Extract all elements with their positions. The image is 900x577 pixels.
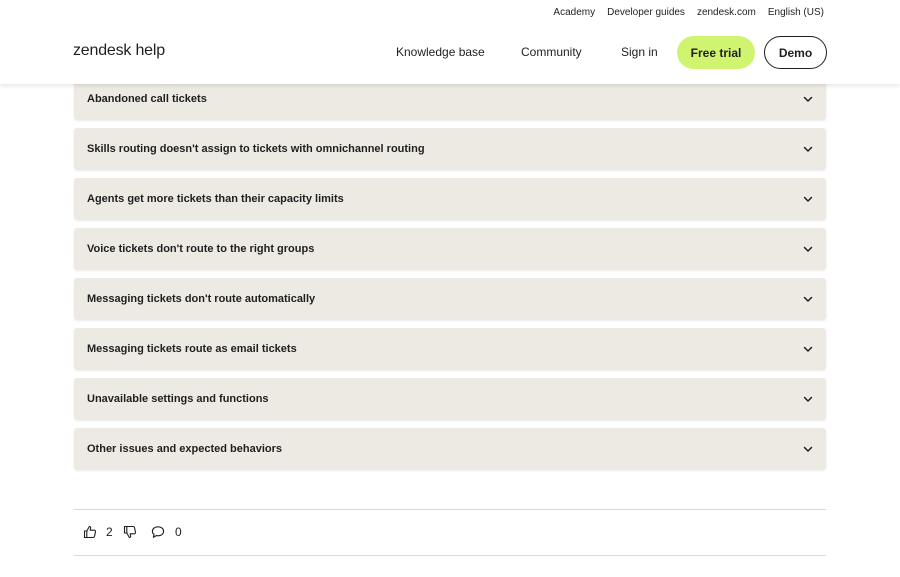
article-feedback: 2 0 [74, 522, 274, 542]
chevron-down-icon [803, 346, 813, 352]
site-header: Academy Developer guides zendesk.com Eng… [0, 0, 900, 84]
accordion-item-label: Voice tickets don't route to the right g… [87, 243, 315, 255]
chevron-down-icon [803, 446, 813, 452]
accordion-item-label: Abandoned call tickets [87, 93, 207, 105]
accordion-item-label: Unavailable settings and functions [87, 393, 269, 405]
nav-community[interactable]: Community [521, 44, 582, 60]
accordion-item[interactable]: Messaging tickets route as email tickets [74, 328, 826, 370]
accordion-item[interactable]: Other issues and expected behaviors [74, 428, 826, 470]
accordion-item-label: Messaging tickets don't route automatica… [87, 293, 316, 305]
comment-count: 0 [175, 525, 182, 539]
accordion-item-label: Agents get more tickets than their capac… [87, 193, 344, 205]
divider [74, 555, 826, 556]
thumbs-up-icon[interactable] [83, 525, 97, 539]
chevron-down-icon [803, 296, 813, 302]
demo-button[interactable]: Demo [764, 36, 827, 69]
chevron-down-icon [803, 246, 813, 252]
utility-nav: Academy Developer guides zendesk.com Eng… [553, 7, 824, 19]
main-nav: Knowledge base Community Sign in Free tr… [0, 36, 900, 69]
language-selector[interactable]: English (US) [768, 7, 824, 19]
accordion-item[interactable]: Abandoned call tickets [74, 78, 826, 120]
nav-sign-in[interactable]: Sign in [621, 44, 658, 60]
chevron-down-icon [803, 146, 813, 152]
chevron-down-icon [803, 396, 813, 402]
free-trial-button[interactable]: Free trial [677, 36, 755, 69]
accordion-item-label: Skills routing doesn't assign to tickets… [87, 143, 425, 155]
utility-link-academy[interactable]: Academy [553, 7, 595, 19]
accordion-item[interactable]: Unavailable settings and functions [74, 378, 826, 420]
divider [74, 509, 826, 510]
utility-link-developer-guides[interactable]: Developer guides [607, 7, 685, 19]
chevron-down-icon [803, 96, 813, 102]
accordion-item-label: Messaging tickets route as email tickets [87, 343, 297, 355]
upvote-count: 2 [106, 525, 113, 539]
accordion-item-label: Other issues and expected behaviors [87, 443, 283, 455]
accordion-item[interactable]: Messaging tickets don't route automatica… [74, 278, 826, 320]
accordion-item[interactable]: Skills routing doesn't assign to tickets… [74, 128, 826, 170]
nav-knowledge-base[interactable]: Knowledge base [396, 44, 485, 60]
comment-icon[interactable] [151, 525, 165, 539]
accordion-item[interactable]: Agents get more tickets than their capac… [74, 178, 826, 220]
chevron-down-icon [803, 196, 813, 202]
utility-link-zendesk-com[interactable]: zendesk.com [697, 7, 756, 19]
accordion-item[interactable]: Voice tickets don't route to the right g… [74, 228, 826, 270]
thumbs-down-icon[interactable] [123, 525, 137, 539]
